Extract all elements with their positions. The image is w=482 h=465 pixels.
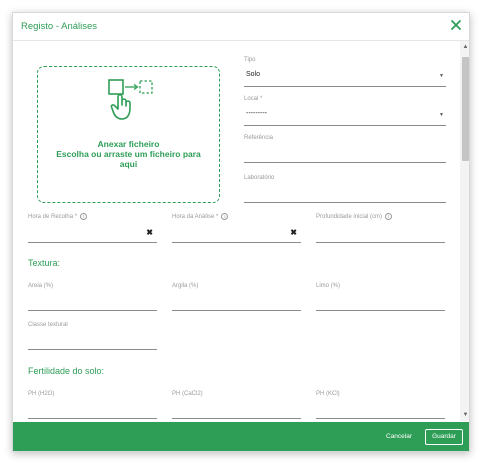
info-icon[interactable]: i — [80, 213, 88, 220]
ph-h2o-underline — [28, 418, 157, 419]
ph-kcl-label: PH (KCl) — [316, 391, 340, 397]
scroll-down-arrow-icon[interactable]: ▼ — [462, 411, 469, 419]
hora-recolha-label: Hora de Recolha * — [28, 213, 78, 220]
cancel-button[interactable]: Cancelar — [386, 433, 412, 440]
argila-underline — [172, 310, 301, 311]
classe-textural-input[interactable]: Classe textural — [28, 322, 157, 350]
ph-cacl2-underline — [172, 418, 301, 419]
referencia-underline — [244, 162, 446, 163]
local-value: --------- — [246, 110, 267, 117]
areia-underline — [28, 310, 157, 311]
profundidade-input[interactable]: Profundidade inicial (cm) i — [316, 213, 445, 243]
referencia-input[interactable]: Referência — [244, 135, 446, 163]
section-fertilidade: Fertilidade do solo: — [28, 366, 105, 376]
close-icon[interactable] — [449, 18, 463, 32]
clear-icon[interactable]: ✖ — [290, 228, 297, 237]
scroll-up-arrow-icon[interactable]: ▲ — [462, 43, 469, 51]
save-button[interactable]: Guardar — [425, 429, 463, 445]
hora-analise-input[interactable]: Hora da Análise * i ✖ — [172, 213, 301, 243]
ph-h2o-input[interactable]: PH (H2O) — [28, 391, 157, 419]
areia-label: Areia (%) — [28, 283, 54, 289]
file-dropzone[interactable]: Anexar ficheiro Escolha ou arraste um fi… — [37, 66, 220, 203]
profundidade-underline — [316, 242, 445, 243]
section-textura: Textura: — [28, 258, 61, 268]
tipo-value: Solo — [246, 71, 261, 78]
limo-input[interactable]: Limo (%) — [316, 283, 445, 311]
ph-cacl2-label: PH (CaCl2) — [172, 391, 203, 397]
local-label: Local * — [244, 96, 263, 102]
hora-analise-underline — [172, 242, 301, 243]
ph-cacl2-input[interactable]: PH (CaCl2) — [172, 391, 301, 419]
ph-kcl-input[interactable]: PH (KCl) — [316, 391, 445, 419]
dialog-title: Registo - Análises — [21, 21, 98, 32]
areia-input[interactable]: Areia (%) — [28, 283, 157, 311]
argila-input[interactable]: Argila (%) — [172, 283, 301, 311]
local-select[interactable]: Local * --------- ▼ — [244, 96, 446, 126]
tipo-select[interactable]: Tipo Solo ▼ — [244, 57, 446, 87]
hora-recolha-underline — [28, 242, 157, 243]
clear-icon[interactable]: ✖ — [146, 228, 153, 237]
profundidade-label: Profundidade inicial (cm) — [316, 213, 383, 220]
local-underline — [244, 125, 446, 126]
limo-label: Limo (%) — [316, 283, 341, 289]
tipo-label: Tipo — [244, 57, 256, 63]
dropzone-title: Anexar ficheiro — [97, 139, 160, 149]
ph-kcl-underline — [316, 418, 445, 419]
hora-analise-label: Hora da Análise * — [172, 213, 219, 220]
chevron-down-icon: ▼ — [439, 112, 444, 118]
classe-textural-underline — [28, 349, 157, 350]
chevron-down-icon: ▼ — [439, 73, 444, 79]
info-icon[interactable]: i — [385, 213, 393, 220]
dropzone-text: Anexar ficheiro Escolha ou arraste um fi… — [38, 139, 219, 169]
tipo-underline — [244, 86, 446, 87]
laboratorio-input[interactable]: Laboratório — [244, 175, 446, 203]
laboratorio-label: Laboratório — [244, 175, 275, 181]
scrollbar-thumb[interactable] — [462, 57, 469, 161]
classe-textural-label: Classe textural — [28, 322, 68, 328]
drag-drop-hand-icon — [108, 79, 153, 120]
laboratorio-underline — [244, 202, 446, 203]
dropzone-subtitle: Escolha ou arraste um ficheiro para aqui — [56, 149, 201, 169]
argila-label: Argila (%) — [172, 283, 199, 289]
ph-h2o-label: PH (H2O) — [28, 391, 55, 397]
limo-underline — [316, 310, 445, 311]
dialog-header: Registo - Análises — [13, 13, 469, 41]
info-icon[interactable]: i — [221, 213, 229, 220]
referencia-label: Referência — [244, 135, 274, 141]
analysis-registration-dialog: Registo - Análises ▲ ▼ Anexar ficheiro E… — [12, 12, 470, 452]
hora-recolha-input[interactable]: Hora de Recolha * i ✖ — [28, 213, 157, 243]
dialog-footer: Cancelar Guardar — [13, 422, 469, 451]
